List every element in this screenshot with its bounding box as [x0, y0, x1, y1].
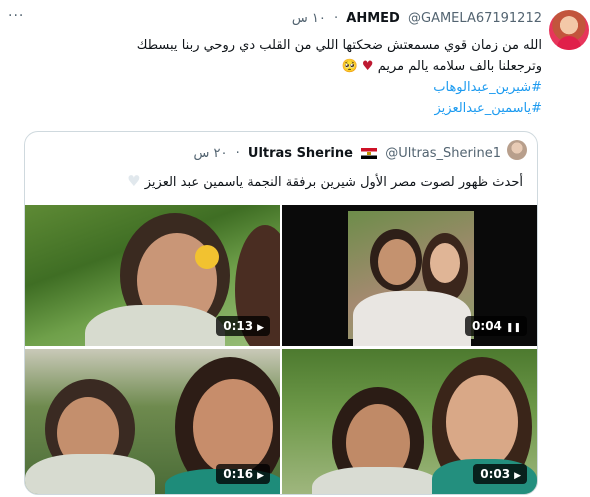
second-face-shape [446, 375, 518, 469]
video-thumbnail-4[interactable]: 0:03 ▶ [282, 349, 537, 494]
tweet-text-line1: الله من زمان قوي مسمعتش ضحكتها اللي من ا… [136, 38, 542, 53]
shirt-shape [85, 305, 225, 346]
video-duration-badge: 0:04 ❚❚ [465, 316, 527, 336]
heart-emoji: ♥ [361, 59, 374, 74]
video-duration-badge: 0:16 ▶ [216, 464, 270, 484]
tweet-text: الله من زمان قوي مسمعتش ضحكتها اللي من ا… [42, 35, 542, 119]
video-duration: 0:13 [223, 319, 254, 333]
video-thumbnail-2[interactable]: 0:04 ❚❚ [282, 205, 537, 346]
video-thumbnail-3[interactable]: 0:16 ▶ [25, 349, 280, 494]
second-face-shape [193, 379, 273, 475]
tweet-time[interactable]: ١٠ س [292, 11, 326, 26]
face-shape [378, 239, 416, 285]
play-icon[interactable]: ▶ [514, 471, 521, 481]
video-duration-badge: 0:03 ▶ [473, 464, 527, 484]
quoted-text-body: أحدث ظهور لصوت مصر الأول شيرين برفقة الن… [144, 175, 523, 190]
more-options-icon[interactable]: ··· [8, 8, 24, 24]
video-frame [348, 211, 474, 346]
pleading-face-emoji: 🥺 [341, 59, 358, 74]
flower-shape [195, 245, 219, 269]
second-face-shape [430, 243, 460, 283]
quoted-tweet[interactable]: Ultras Sherine @Ultras_Sherine1 · ٢٠ س أ… [24, 131, 538, 495]
quoted-header: Ultras Sherine @Ultras_Sherine1 · ٢٠ س [189, 146, 501, 161]
play-icon[interactable]: ▶ [257, 471, 264, 481]
tweet-text-line2-text: وترجعلنا بالف سلامه يالم مريم [377, 59, 542, 74]
white-heart-emoji: ♥ [127, 172, 141, 190]
egypt-flag-icon [361, 148, 378, 159]
quoted-avatar[interactable] [507, 140, 527, 160]
play-icon[interactable]: ▶ [257, 323, 264, 333]
quoted-text: أحدث ظهور لصوت مصر الأول شيرين برفقة الن… [123, 172, 523, 190]
quoted-author-name[interactable]: Ultras Sherine [248, 146, 353, 161]
tweet-header: AHMED @GAMELA67191212 · ١٠ س [288, 11, 542, 26]
shirt-shape [353, 291, 471, 346]
video-duration-badge: 0:13 ▶ [216, 316, 270, 336]
author-name[interactable]: AHMED [346, 11, 400, 26]
shirt-shape [312, 467, 442, 494]
video-duration: 0:16 [223, 467, 254, 481]
video-thumbnail-1[interactable]: 0:13 ▶ [25, 205, 280, 346]
avatar[interactable] [549, 10, 589, 50]
header-separator: · [334, 11, 339, 26]
video-duration: 0:04 [472, 319, 502, 333]
hashtag-sherine[interactable]: #شيرين_عبدالوهاب [433, 80, 542, 95]
quoted-separator: · [235, 146, 240, 161]
author-handle[interactable]: @GAMELA67191212 [408, 11, 542, 26]
tweet-text-line2: وترجعلنا بالف سلامه يالم مريم ♥ 🥺 [42, 56, 542, 77]
pause-icon[interactable]: ❚❚ [506, 323, 521, 333]
video-duration: 0:03 [480, 467, 511, 481]
quoted-author-handle[interactable]: @Ultras_Sherine1 [385, 146, 501, 161]
hashtag-yasmin[interactable]: #ياسمين_عبدالعزيز [434, 101, 542, 116]
shirt-shape [25, 454, 155, 494]
quoted-time[interactable]: ٢٠ س [193, 146, 227, 161]
